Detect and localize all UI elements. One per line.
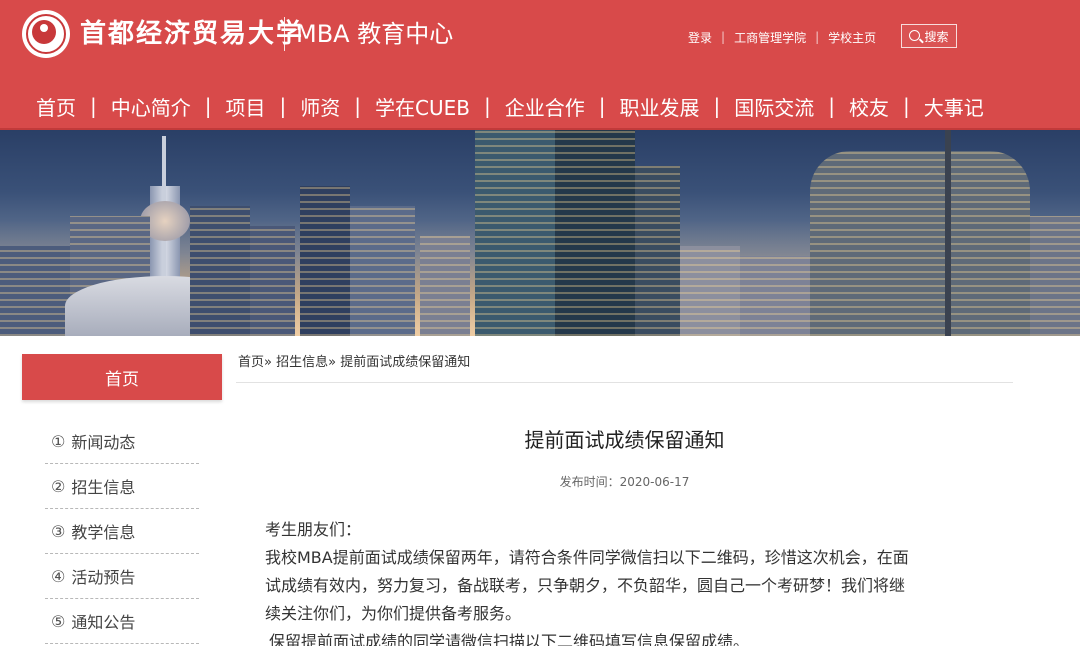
search-button[interactable]: 搜索	[901, 24, 957, 48]
nav-separator: |	[279, 94, 287, 118]
crane-top	[945, 130, 951, 336]
article-paragraph-line: 续关注你们，为你们提供备考服务。	[265, 604, 522, 623]
business-school-link[interactable]: 工商管理学院	[734, 29, 806, 46]
sidebar-item-number: ②	[51, 476, 66, 496]
nav-item-enterprise[interactable]: 企业合作	[505, 92, 585, 121]
search-icon	[909, 29, 921, 41]
glass-tower-1	[475, 130, 555, 336]
breadcrumb-separator: »	[264, 355, 272, 370]
nav-item-milestones[interactable]: 大事记	[924, 92, 984, 121]
sidebar-item-label: 招生信息	[71, 478, 136, 497]
building-right-2	[740, 256, 810, 336]
breadcrumb-divider	[236, 382, 1013, 383]
sidebar-item-number: ⑤	[51, 611, 66, 631]
nav-separator: |	[483, 94, 491, 118]
sidebar-menu: ① 新闻动态 ② 招生信息 ③ 教学信息 ④ 活动预告 ⑤ 通知公告	[45, 419, 199, 644]
nav-item-study[interactable]: 学在CUEB	[375, 92, 470, 121]
glass-tower-3	[635, 166, 680, 336]
nav-item-home[interactable]: 首页	[36, 92, 76, 121]
nav-separator: |	[598, 94, 606, 118]
article-paragraph-line: 我校MBA提前面试成绩保留两年，请符合条件同学微信扫以下二维码，珍惜这次机会，在…	[265, 548, 909, 567]
nav-separator: |	[354, 94, 361, 118]
sidebar-home-button[interactable]: 首页	[22, 354, 222, 400]
breadcrumb-home[interactable]: 首页	[238, 355, 264, 370]
building-left-1	[0, 246, 70, 336]
article-body: 考生朋友们： 我校MBA提前面试成绩保留两年，请符合条件同学微信扫以下二维码，珍…	[265, 516, 1000, 646]
sidebar-item-events[interactable]: ④ 活动预告	[45, 554, 199, 599]
sidebar-item-news[interactable]: ① 新闻动态	[45, 419, 199, 464]
sidebar-item-label: 活动预告	[71, 568, 136, 587]
article-greeting: 考生朋友们：	[265, 520, 362, 539]
header-divider	[284, 17, 285, 51]
nav-separator: |	[828, 94, 835, 118]
top-link-separator: |	[721, 30, 726, 44]
article-paragraph-2: 保留提前面试成绩的同学请微信扫描以下二维码填写信息保留成绩。	[269, 632, 750, 646]
nav-separator: |	[713, 94, 721, 118]
nav-separator: |	[90, 94, 97, 118]
main-nav: 首页 | 中心简介 | 项目 | 师资 | 学在CUEB | 企业合作 | 职业…	[36, 86, 984, 126]
sidebar-item-number: ①	[51, 431, 66, 451]
sidebar-item-teaching[interactable]: ③ 教学信息	[45, 509, 199, 554]
sidebar-item-label: 新闻动态	[71, 433, 136, 452]
sidebar-item-notices[interactable]: ⑤ 通知公告	[45, 599, 199, 644]
building-left-4	[250, 226, 295, 336]
login-link[interactable]: 登录	[688, 29, 712, 46]
nav-item-programs[interactable]: 项目	[226, 92, 266, 121]
top-links: 登录 | 工商管理学院 | 学校主页	[688, 24, 876, 50]
university-name[interactable]: 首都经济贸易大学	[80, 14, 304, 54]
top-link-separator: |	[815, 30, 820, 44]
article-title: 提前面试成绩保留通知	[524, 428, 725, 452]
sidebar-item-admissions[interactable]: ② 招生信息	[45, 464, 199, 509]
breadcrumb-section[interactable]: 招生信息	[276, 355, 328, 370]
nav-item-international[interactable]: 国际交流	[734, 92, 814, 121]
search-label: 搜索	[924, 29, 949, 44]
breadcrumb-current: 提前面试成绩保留通知	[340, 355, 471, 370]
breadcrumb: 首页» 招生信息» 提前面试成绩保留通知	[238, 353, 470, 373]
sidebar-home-label: 首页	[105, 369, 139, 390]
tower-mid-2	[350, 206, 415, 336]
building-left-3	[190, 206, 250, 336]
building-right-3	[1030, 216, 1080, 336]
seal-dot	[40, 24, 48, 32]
nav-item-alumni[interactable]: 校友	[849, 92, 889, 121]
university-seal-logo[interactable]	[22, 10, 70, 58]
nav-item-faculty[interactable]: 师资	[300, 92, 340, 121]
sidebar-item-number: ④	[51, 566, 66, 586]
glass-tower-2	[555, 130, 635, 336]
city-skyline-banner	[0, 130, 1080, 336]
breadcrumb-separator: »	[328, 355, 337, 370]
sidebar-item-label: 教学信息	[71, 523, 136, 542]
nav-separator: |	[902, 94, 910, 118]
nav-item-about[interactable]: 中心简介	[111, 92, 191, 121]
publish-info: 发布时间：2020-06-17	[236, 473, 1013, 490]
site-header: 首都经济贸易大学 MBA 教育中心 登录 | 工商管理学院 | 学校主页 搜索 …	[0, 0, 1080, 130]
publish-label: 发布时间：	[559, 475, 620, 489]
article-paragraph-line: 试成绩有效内，努力复习，备战联考，只争朝夕，不负韶华，圆自己一个考研梦！我们将继	[265, 576, 906, 595]
nav-separator: |	[204, 94, 212, 118]
cylinder-tower	[810, 151, 1030, 336]
sidebar-item-label: 通知公告	[71, 613, 136, 632]
sidebar-item-number: ③	[51, 521, 66, 541]
nav-item-career[interactable]: 职业发展	[619, 92, 699, 121]
school-home-link[interactable]: 学校主页	[828, 29, 876, 46]
site-title[interactable]: MBA 教育中心	[296, 14, 453, 54]
tower-mid-3	[420, 236, 470, 336]
tower-mid-1	[300, 186, 350, 336]
publish-date: 2020-06-17	[619, 475, 690, 489]
building-right-1	[680, 246, 740, 336]
